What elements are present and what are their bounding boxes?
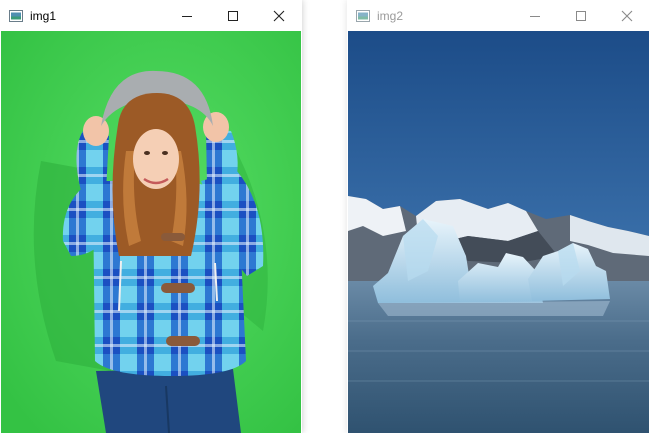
app-icon bbox=[9, 9, 23, 22]
maximize-button[interactable] bbox=[558, 0, 604, 31]
maximize-icon bbox=[228, 10, 238, 21]
photo-icebergs-lake bbox=[348, 31, 649, 433]
close-icon bbox=[621, 10, 633, 21]
app-icon bbox=[356, 9, 370, 22]
title-bar[interactable]: img2 bbox=[347, 0, 650, 31]
title-bar[interactable]: img1 bbox=[0, 0, 302, 31]
minimize-button[interactable] bbox=[512, 0, 558, 31]
window-title: img1 bbox=[30, 8, 57, 23]
photo-woman-green-screen bbox=[1, 31, 301, 433]
maximize-button[interactable] bbox=[210, 0, 256, 31]
close-icon bbox=[273, 10, 285, 21]
minimize-icon bbox=[182, 15, 192, 17]
image-canvas bbox=[1, 31, 301, 433]
close-button[interactable] bbox=[256, 0, 302, 31]
minimize-button[interactable] bbox=[164, 0, 210, 31]
maximize-icon bbox=[576, 10, 586, 21]
minimize-icon bbox=[530, 15, 540, 17]
image-window-img2[interactable]: img2 bbox=[347, 0, 650, 433]
close-button[interactable] bbox=[604, 0, 650, 31]
image-canvas bbox=[348, 31, 649, 433]
image-window-img1[interactable]: img1 bbox=[0, 0, 302, 433]
window-title: img2 bbox=[377, 8, 404, 23]
